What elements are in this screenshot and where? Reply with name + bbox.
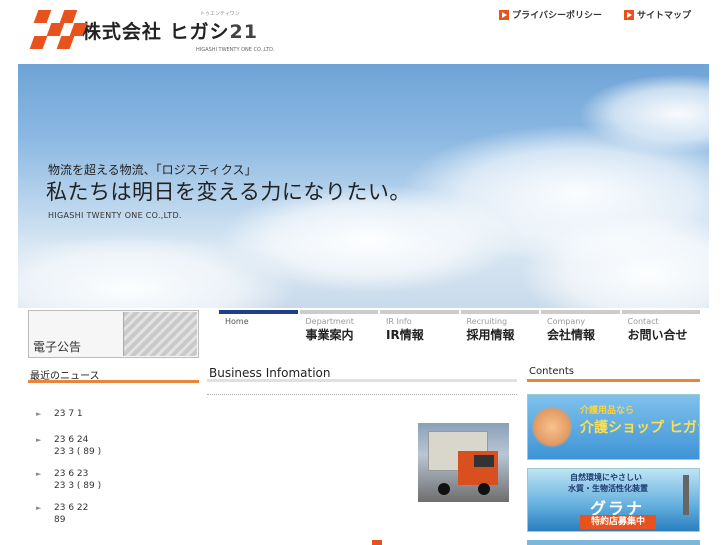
main-nav: Home Department 事業案内 IR Info IR情報 Recrui…	[219, 310, 700, 346]
banner-text: 介護用品なら	[580, 406, 635, 416]
care-shop-banner[interactable]: 介護用品なら 介護ショップ ヒガシ21	[527, 394, 700, 460]
nav-jp-label: お問い合せ	[627, 328, 688, 342]
news-date: 23 6 22	[54, 503, 89, 513]
news-detail: 23 3 ( 89 )	[54, 481, 102, 491]
logo-mark-icon	[28, 8, 88, 53]
list-item[interactable]: ► 23 6 24 23 3 ( 89 )	[28, 434, 199, 458]
truck-image[interactable]	[418, 423, 509, 502]
news-list: ► 23 7 1 ► 23 6 24 23 3 ( 89 ) ► 23 6 23…	[28, 408, 199, 536]
logo-name: 株式会社 ヒガシ21	[81, 21, 258, 43]
e-notice-label: 電子公告	[33, 340, 82, 354]
list-item[interactable]: ► 23 6 22 89	[28, 502, 199, 526]
nav-jp-label: 事業案内	[305, 328, 354, 342]
nav-ir-info[interactable]: IR Info IR情報	[380, 310, 459, 346]
orange-marker	[372, 540, 382, 545]
grana-banner[interactable]: 自然環境にやさしい 水質・生物活性化装置 グラナ 特約店募集中	[527, 468, 700, 532]
privacy-policy-label: プライバシーポリシー	[512, 11, 602, 21]
nav-en-label: Recruiting	[466, 317, 508, 326]
hero-headline: 私たちは明日を変える力になりたい。	[46, 180, 411, 204]
header-links: プライバシーポリシー サイトマップ	[499, 8, 691, 21]
sitemap-label: サイトマップ	[636, 11, 691, 21]
contents-heading: Contents	[527, 366, 700, 382]
hero-company: HIGASHI TWENTY ONE CO.,LTD.	[48, 211, 182, 220]
privacy-policy-link[interactable]: プライバシーポリシー	[499, 8, 602, 21]
nav-jp-label: 採用情報	[466, 328, 515, 342]
news-heading: 最近のニュース	[28, 367, 199, 383]
bullet-icon: ►	[36, 470, 42, 478]
logo-subtitle: HIGASHI TWENTY ONE CO.,LTD.	[196, 47, 275, 53]
arrow-right-icon	[623, 9, 634, 20]
list-item[interactable]: ► 23 6 23 23 3 ( 89 )	[28, 468, 199, 492]
arrow-right-icon	[499, 9, 510, 20]
banner-badge: 特約店募集中	[580, 515, 656, 529]
sitemap-link[interactable]: サイトマップ	[623, 8, 691, 21]
nav-en-label: IR Info	[386, 317, 412, 326]
divider	[207, 394, 517, 395]
news-date: 23 6 23	[54, 469, 89, 479]
nav-company[interactable]: Company 会社情報	[541, 310, 620, 346]
nav-en-label: Home	[225, 317, 249, 326]
bullet-icon: ►	[36, 504, 42, 512]
banner-text: 水質・生物活性化装置	[568, 484, 648, 493]
nav-jp-label: 会社情報	[547, 328, 596, 342]
news-date: 23 6 24	[54, 435, 89, 445]
nav-recruiting[interactable]: Recruiting 採用情報	[460, 310, 539, 346]
banner-title: 介護ショップ ヒガシ21	[580, 420, 699, 436]
logo-ruby: トゥエンティワン	[200, 11, 240, 17]
keyboard-image	[123, 312, 197, 356]
nav-department[interactable]: Department 事業案内	[299, 310, 378, 346]
third-banner[interactable]	[527, 540, 700, 545]
nav-contact[interactable]: Contact お問い合せ	[621, 310, 700, 346]
nav-en-label: Contact	[627, 317, 659, 326]
logo[interactable]: 株式会社 ヒガシ21 トゥエンティワン HIGASHI TWENTY ONE C…	[28, 8, 275, 53]
news-date: 23 7 1	[54, 409, 83, 419]
banner-text: 自然環境にやさしい	[570, 473, 642, 482]
nav-en-label: Department	[305, 317, 354, 326]
nav-jp-label: IR情報	[386, 328, 424, 342]
list-item[interactable]: ► 23 7 1	[28, 408, 199, 420]
news-detail: 89	[54, 515, 66, 525]
device-image	[683, 475, 689, 515]
news-detail: 23 3 ( 89 )	[54, 447, 102, 457]
hero-banner: 物流を超える物流、「ロジスティクス」 私たちは明日を変える力になりたい。 HIG…	[18, 64, 709, 308]
nav-en-label: Company	[547, 317, 586, 326]
bullet-icon: ►	[36, 410, 42, 418]
care-image	[532, 405, 572, 449]
nav-home[interactable]: Home	[219, 310, 298, 346]
bullet-icon: ►	[36, 436, 42, 444]
e-notice-button[interactable]: 電子公告	[28, 310, 199, 358]
business-heading: Business Infomation	[207, 366, 517, 382]
